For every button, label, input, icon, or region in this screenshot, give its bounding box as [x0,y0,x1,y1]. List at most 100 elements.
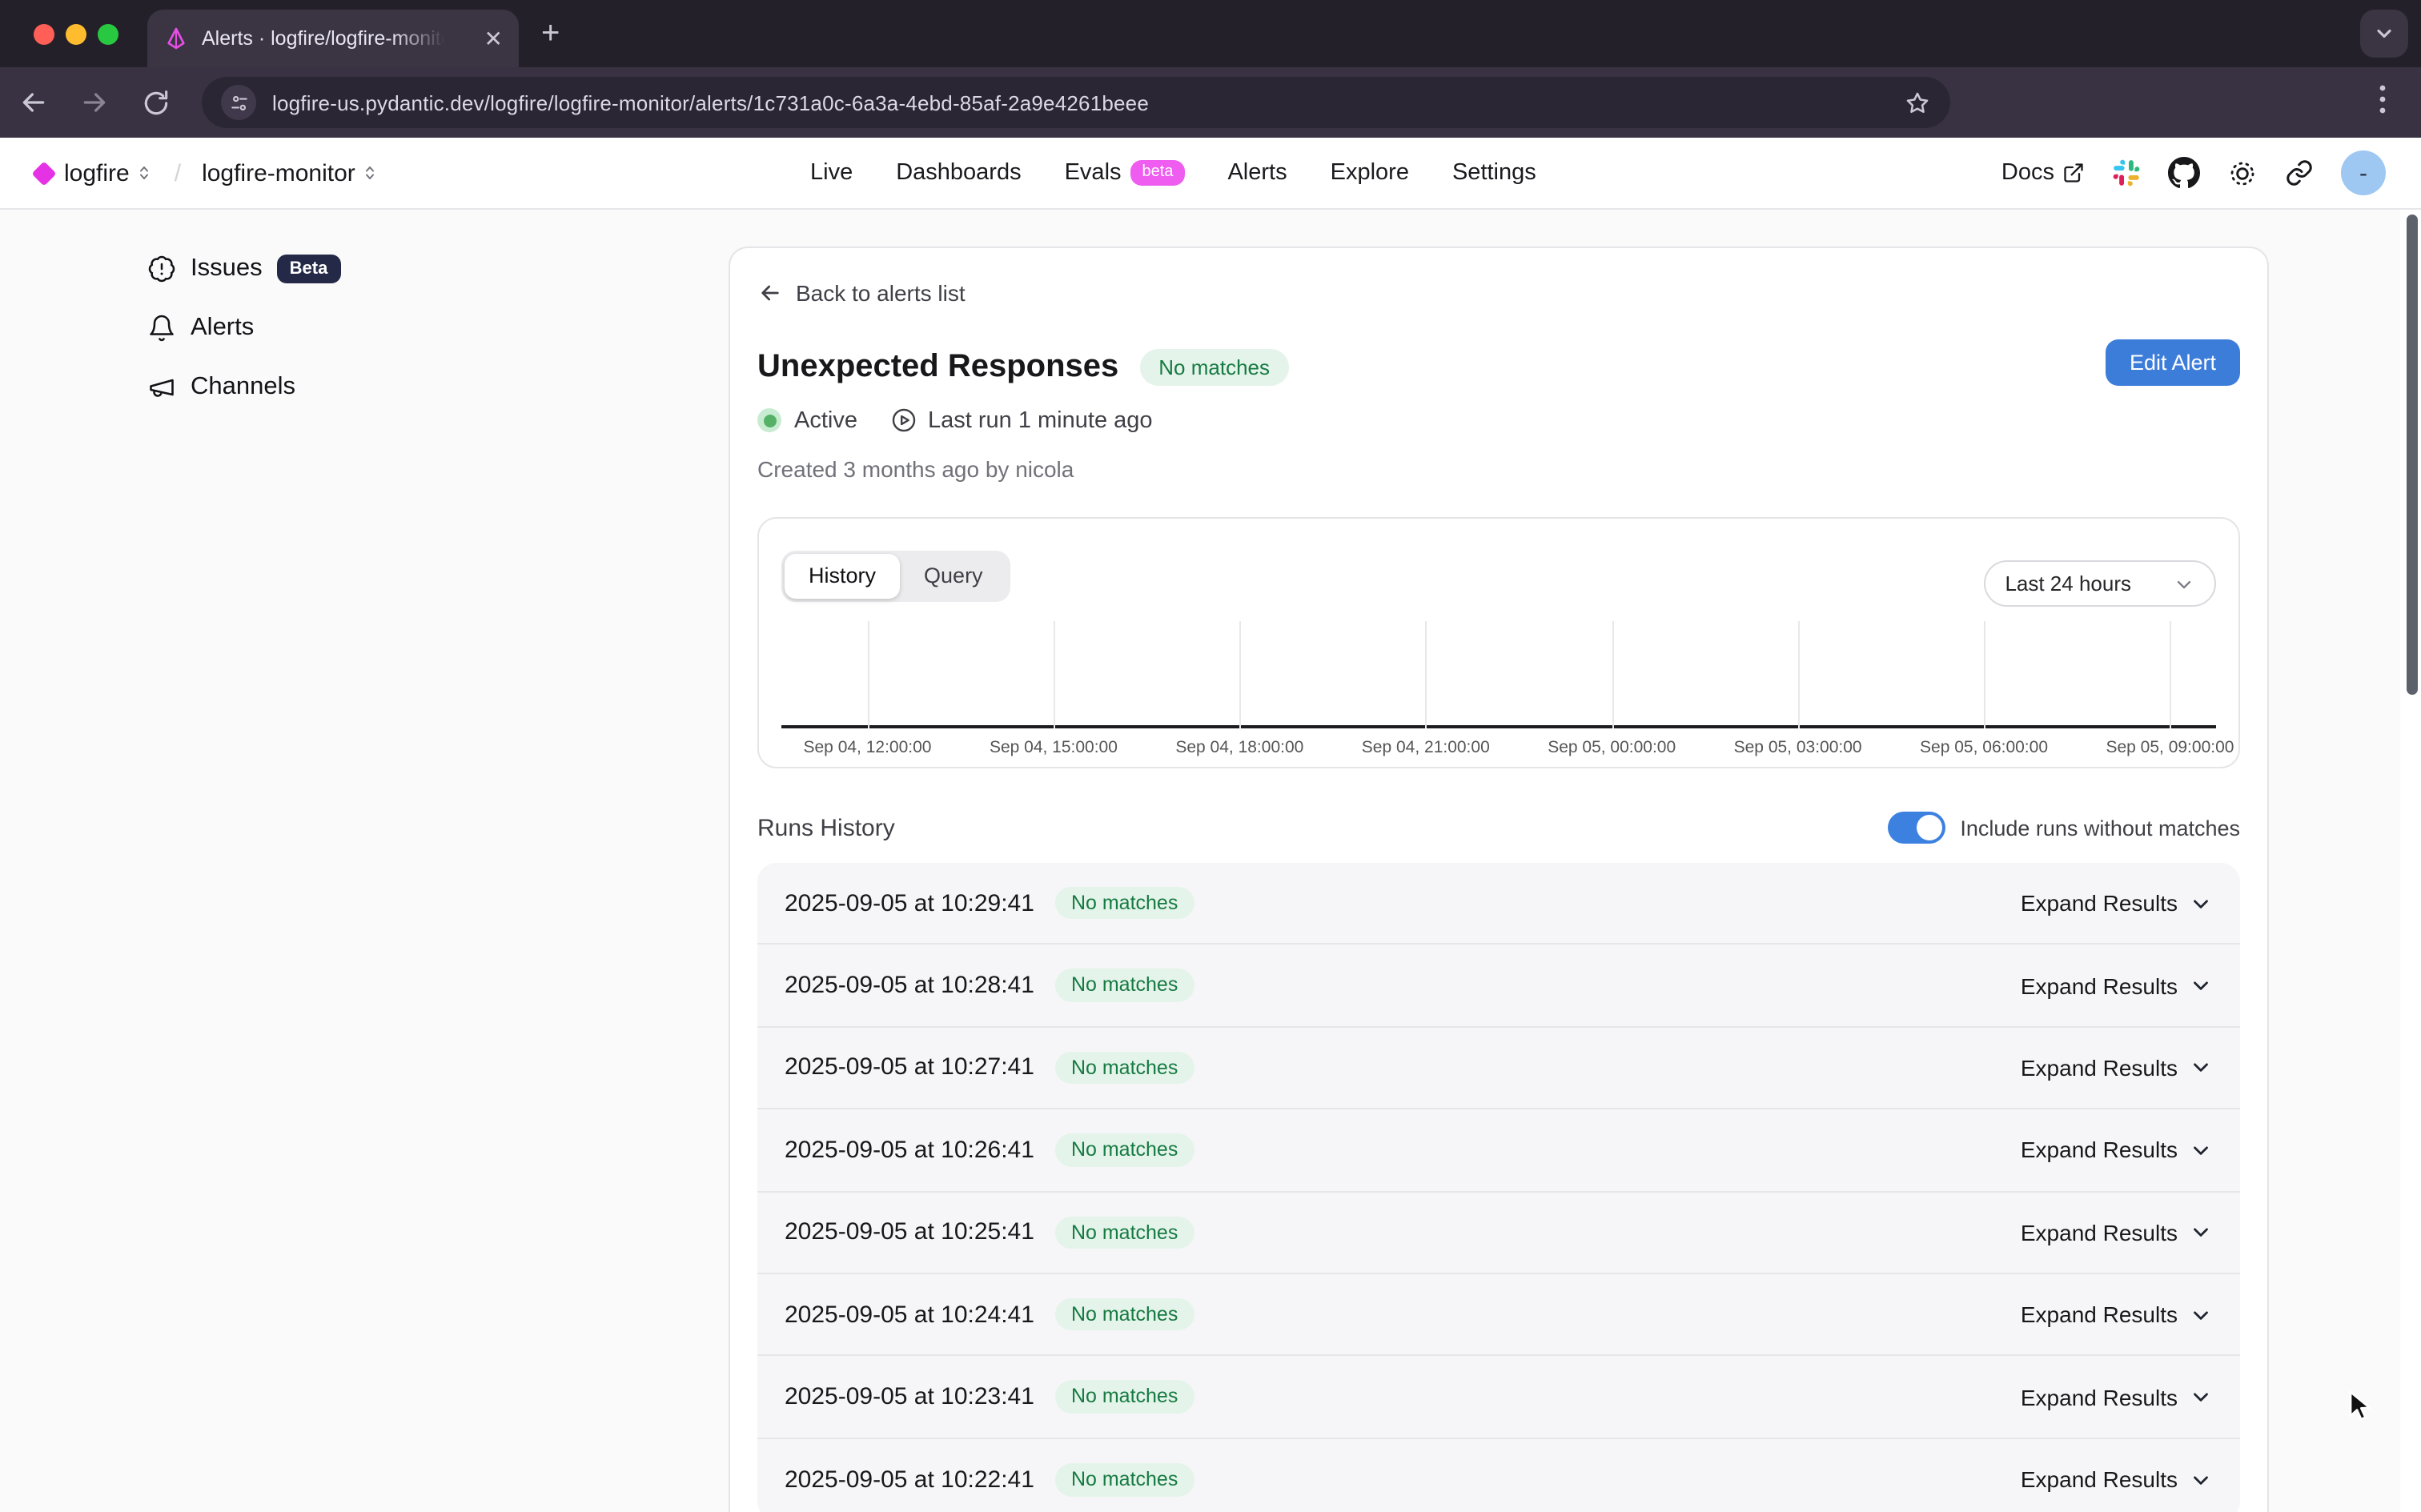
nav-alerts[interactable]: Alerts [1227,160,1287,186]
tab-history[interactable]: History [785,554,900,599]
project-name: logfire-monitor [202,159,355,186]
chart-gridline [2170,621,2171,728]
project-switcher[interactable]: logfire-monitor [202,159,379,186]
nav-label: Explore [1331,160,1409,186]
theme-toggle-icon[interactable] [2227,158,2258,188]
expand-results-button[interactable]: Expand Results [2021,1055,2213,1081]
url-text: logfire-us.pydantic.dev/logfire/logfire-… [272,90,1149,114]
run-row[interactable]: 2025-09-05 at 10:25:41 No matches Expand R… [757,1192,2240,1274]
docs-label: Docs [2001,160,2054,186]
nav-dashboards[interactable]: Dashboards [896,160,1021,186]
org-switcher[interactable]: logfire [64,159,154,186]
history-panel: History Query Last 24 hours Sep 04, 12:0… [757,517,2240,768]
expand-results-button[interactable]: Expand Results [2021,1467,2213,1493]
run-row[interactable]: 2025-09-05 at 10:27:41No matchesExpand R… [757,1028,2240,1110]
expand-results-button[interactable]: Expand Results [2021,1137,2213,1163]
no-matches-badge: No matches [1055,1381,1194,1414]
nav-evals[interactable]: Evalsbeta [1065,160,1185,186]
run-row[interactable]: 2025-09-05 at 10:26:41 No matches Expand R… [757,1109,2240,1192]
window-zoom-button[interactable] [98,23,118,44]
sidebar-item-channels[interactable]: Channels [147,370,340,405]
history-chart [781,650,2216,728]
bookmark-star-icon[interactable] [1904,89,1931,116]
chevron-down-icon [2173,572,2195,595]
scrollbar-thumb[interactable] [2406,215,2417,695]
scrollbar-track[interactable] [2400,210,2421,1512]
nav-label: Settings [1452,160,1536,186]
chevron-down-icon [2189,973,2213,997]
no-matches-badge: No matches [1055,1463,1194,1496]
chart-tick-labels: Sep 04, 12:00:00Sep 04, 15:00:00Sep 04, … [781,738,2216,760]
tab-search-button[interactable] [2360,10,2408,58]
nav-settings[interactable]: Settings [1452,160,1536,186]
expand-results-button[interactable]: Expand Results [2021,1384,2213,1410]
avatar-text: - [2359,159,2367,186]
expand-results-button[interactable]: Expand Results [2021,973,2213,998]
window-minimize-button[interactable] [66,23,86,44]
window-close-button[interactable] [34,23,54,44]
external-link-icon [2062,162,2085,184]
back-arrow-icon [757,280,783,306]
expand-results-button[interactable]: Expand Results [2021,1301,2213,1327]
site-info-icon[interactable] [221,85,256,120]
browser-menu-icon[interactable] [2370,80,2395,118]
sidebar-item-alerts[interactable]: Alerts [147,311,340,346]
run-timestamp: 2025-09-05 at 10:29:41 [785,889,1034,916]
github-icon[interactable] [2168,157,2200,189]
expand-results-label: Expand Results [2021,1137,2178,1163]
run-row[interactable]: 2025-09-05 at 10:23:41No matchesExpand R… [757,1357,2240,1439]
close-tab-icon[interactable]: ✕ [484,27,503,50]
sidebar: Issues Beta Alerts Channels [147,251,340,405]
nav-explore[interactable]: Explore [1331,160,1409,186]
no-matches-badge: No matches [1055,1051,1194,1084]
run-timestamp: 2025-09-05 at 10:26:41 [785,1137,1034,1164]
sidebar-label: Issues [191,255,263,283]
forward-button[interactable] [67,75,122,130]
chevrons-up-down-icon [360,163,379,182]
run-timestamp: 2025-09-05 at 10:25:41 [785,1219,1034,1246]
no-matches-badge: No matches [1055,1216,1194,1249]
include-runs-toggle[interactable] [1888,812,1945,844]
nav-live[interactable]: Live [810,160,853,186]
reload-button[interactable] [128,75,183,130]
slack-icon[interactable] [2112,158,2141,187]
expand-results-label: Expand Results [2021,1220,2178,1245]
panel-tab-group: History Query [781,551,1010,602]
back-button[interactable] [6,75,61,130]
run-row[interactable]: 2025-09-05 at 10:24:41 No matches Expand R… [757,1274,2240,1357]
docs-link[interactable]: Docs [2001,160,2085,186]
chart-tick-label: Sep 05, 09:00:00 [2106,738,2234,757]
sidebar-item-issues[interactable]: Issues Beta [147,251,340,287]
copy-link-icon[interactable] [2285,158,2314,187]
no-matches-badge: No matches [1055,1298,1194,1331]
avatar[interactable]: - [2341,150,2386,195]
back-to-alerts-link[interactable]: Back to alerts list [757,280,2240,306]
time-range-select[interactable]: Last 24 hours [1984,560,2216,607]
back-link-label: Back to alerts list [796,280,966,306]
expand-results-label: Expand Results [2021,890,2178,916]
chart-gridline [1984,621,1985,728]
runs-history-heading: Runs History [757,814,895,841]
chart-gridline [868,621,869,728]
nav-label: Dashboards [896,160,1021,186]
expand-results-button[interactable]: Expand Results [2021,890,2213,916]
tab-query[interactable]: Query [900,554,1007,599]
chevron-down-icon [2189,891,2213,915]
run-row[interactable]: 2025-09-05 at 10:29:41No matchesExpand R… [757,863,2240,945]
screenshot-root: Alerts · logfire/logfire-monitor ✕ + log… [0,0,2421,1512]
run-row[interactable]: 2025-09-05 at 10:22:41No matchesExpand R… [757,1438,2240,1512]
browser-tab[interactable]: Alerts · logfire/logfire-monitor ✕ [147,10,519,67]
edit-alert-button[interactable]: Edit Alert [2106,339,2240,386]
browser-titlebar: Alerts · logfire/logfire-monitor ✕ + [0,0,2421,67]
chart-tick-label: Sep 04, 18:00:00 [1175,738,1303,757]
no-matches-badge: No matches [1055,1133,1194,1166]
url-bar[interactable]: logfire-us.pydantic.dev/logfire/logfire-… [202,77,1950,128]
chart-gridline [1054,621,1055,728]
expand-results-button[interactable]: Expand Results [2021,1220,2213,1245]
run-timestamp: 2025-09-05 at 10:24:41 [785,1301,1034,1328]
mouse-cursor [2347,1390,2378,1423]
run-row[interactable]: 2025-09-05 at 10:28:41No matchesExpand R… [757,945,2240,1028]
new-tab-button[interactable]: + [541,16,560,53]
expand-results-label: Expand Results [2021,1301,2178,1327]
megaphone-icon [147,373,176,402]
